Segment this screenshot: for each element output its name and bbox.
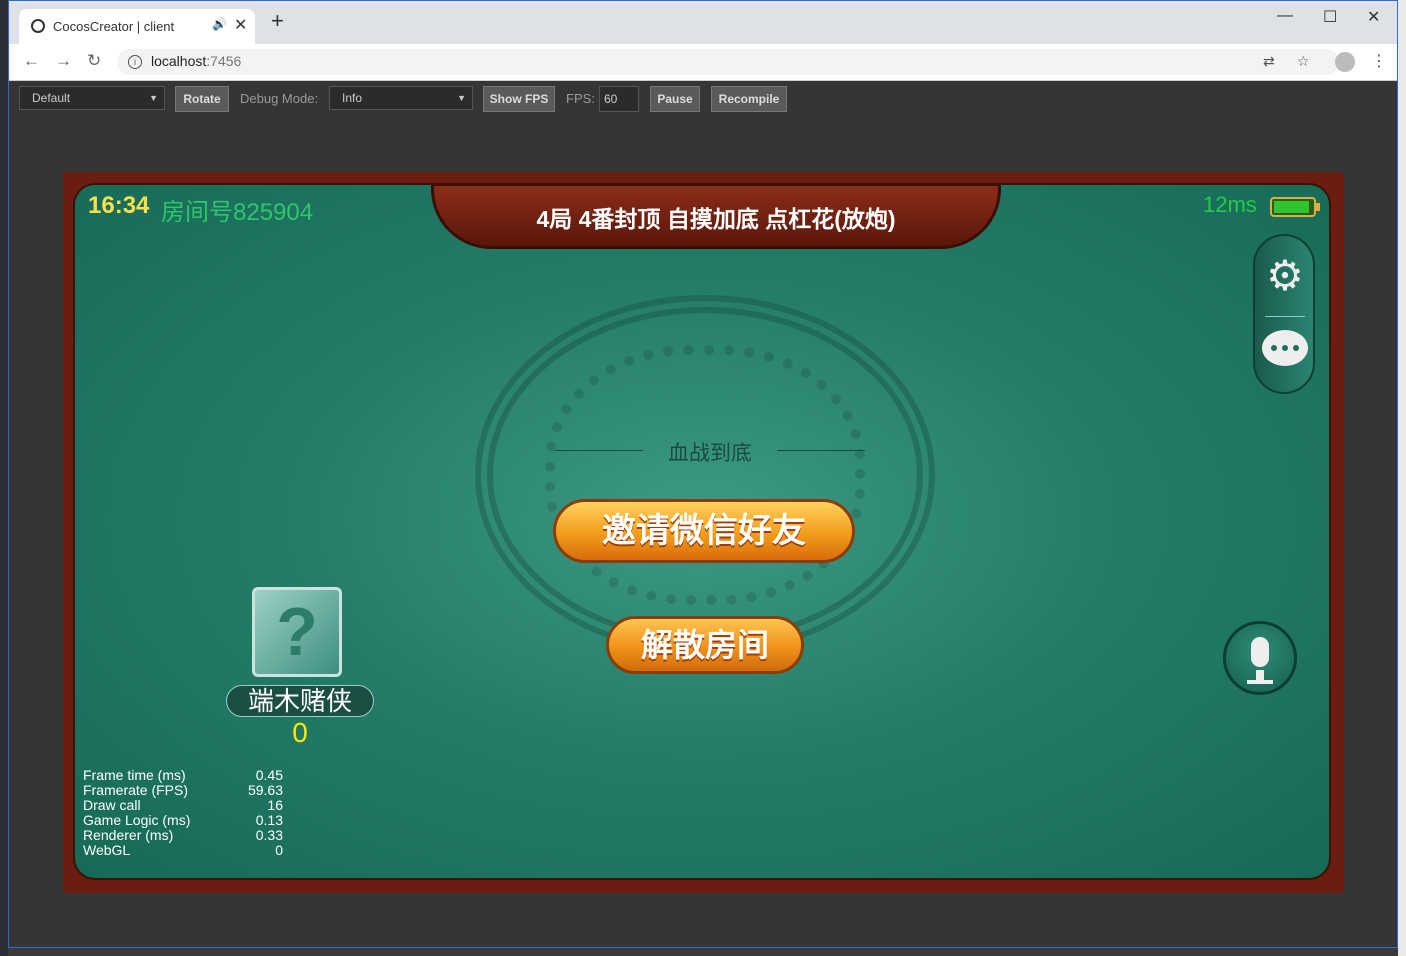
- dissolve-room-button[interactable]: 解散房间: [606, 616, 804, 674]
- battery-icon: [1270, 197, 1320, 217]
- pause-button[interactable]: Pause: [650, 86, 700, 112]
- stat-row: Framerate (FPS) 59.63: [83, 782, 283, 798]
- network-latency: 12ms: [1203, 192, 1257, 217]
- audio-playing-icon[interactable]: 🔊: [212, 17, 227, 31]
- new-tab-button[interactable]: +: [271, 10, 284, 32]
- url-input[interactable]: i localhost:7456 ⇄ ☆: [117, 49, 1339, 75]
- tab-title: CocosCreator | client: [53, 19, 175, 34]
- stat-row: Frame time (ms) 0.45: [83, 767, 283, 783]
- debug-mode-select[interactable]: Info ▼: [329, 86, 473, 110]
- debug-mode-label: Debug Mode:: [240, 91, 319, 106]
- clock: 16:34: [88, 192, 150, 219]
- back-arrow-icon[interactable]: ←: [23, 51, 40, 71]
- fps-input[interactable]: 60: [599, 86, 639, 112]
- info-icon[interactable]: i: [128, 55, 142, 69]
- cocos-preview-toolbar: Default ▼ Rotate Debug Mode: Info ▼ Show F…: [9, 81, 1397, 119]
- rotate-button[interactable]: Rotate: [175, 86, 229, 112]
- fps-label: FPS:: [566, 91, 595, 106]
- stat-row: Game Logic (ms) 0.13: [83, 812, 283, 828]
- unknown-avatar-icon: ?: [276, 594, 318, 670]
- cocos-favicon-icon: [31, 19, 45, 33]
- chat-icon[interactable]: [1262, 330, 1308, 366]
- stat-row: WebGL 0: [83, 842, 283, 858]
- mic-base: [1247, 680, 1273, 684]
- chevron-down-icon: ▼: [457, 93, 466, 103]
- maximize-button[interactable]: ☐: [1323, 7, 1337, 27]
- stat-row: Draw call 16: [83, 797, 283, 813]
- reload-icon[interactable]: ↻: [87, 51, 101, 71]
- chevron-down-icon: ▼: [149, 93, 158, 103]
- profile-avatar[interactable]: [1335, 52, 1355, 72]
- room-rules: 4局 4番封顶 自摸加底 点杠花(放炮): [536, 206, 896, 232]
- game-table: 4局 4番封顶 自摸加底 点杠花(放炮) 16:34 房间号825904 12m…: [73, 183, 1331, 880]
- background-window-edge-right: [1398, 0, 1406, 956]
- menu-dots-icon[interactable]: ⋮: [1371, 51, 1387, 71]
- translate-icon[interactable]: ⇄: [1263, 53, 1275, 70]
- device-select[interactable]: Default ▼: [19, 86, 165, 110]
- game-mode-title: 血战到底: [545, 437, 875, 467]
- invite-wechat-friends-button[interactable]: 邀请微信好友: [553, 499, 855, 563]
- tab-close-icon[interactable]: ✕: [234, 15, 247, 35]
- player-score: 0: [292, 717, 308, 748]
- url-text: localhost:7456: [151, 53, 242, 69]
- player-avatar[interactable]: ?: [252, 587, 342, 677]
- microphone-icon[interactable]: [1223, 621, 1297, 695]
- recompile-button[interactable]: Recompile: [711, 86, 787, 112]
- gear-icon[interactable]: ⚙: [1263, 254, 1307, 298]
- browser-tab[interactable]: CocosCreator | client 🔊 ✕: [19, 9, 255, 44]
- browser-window: CocosCreator | client 🔊 ✕ + — ☐ ✕ ← → ↻ …: [8, 0, 1398, 948]
- forward-arrow-icon[interactable]: →: [55, 51, 72, 71]
- side-menu-divider: [1265, 316, 1305, 317]
- close-window-button[interactable]: ✕: [1367, 7, 1380, 27]
- rules-banner: 4局 4番封顶 自摸加底 点杠花(放炮): [431, 185, 1001, 249]
- battery-fill: [1274, 201, 1309, 213]
- minimize-button[interactable]: —: [1277, 7, 1293, 25]
- table-ornament-inner: [545, 345, 865, 605]
- game-canvas[interactable]: 4局 4番封顶 自摸加底 点杠花(放炮) 16:34 房间号825904 12m…: [63, 172, 1344, 893]
- bookmark-star-icon[interactable]: ☆: [1297, 53, 1310, 70]
- tab-bar: CocosCreator | client 🔊 ✕ + — ☐ ✕: [9, 1, 1397, 44]
- address-bar: ← → ↻ i localhost:7456 ⇄ ☆ ⋮: [9, 44, 1397, 81]
- show-fps-button[interactable]: Show FPS: [483, 86, 555, 112]
- stat-row: Renderer (ms) 0.33: [83, 827, 283, 843]
- side-menu: ⚙: [1253, 234, 1315, 394]
- background-window-edge: [0, 0, 8, 956]
- player-name: 端木赌侠: [226, 685, 374, 717]
- mic-body: [1251, 637, 1269, 667]
- debug-stats: Frame time (ms) 0.45 Framerate (FPS) 59.63…: [83, 768, 283, 858]
- room-number: 房间号825904: [161, 199, 314, 226]
